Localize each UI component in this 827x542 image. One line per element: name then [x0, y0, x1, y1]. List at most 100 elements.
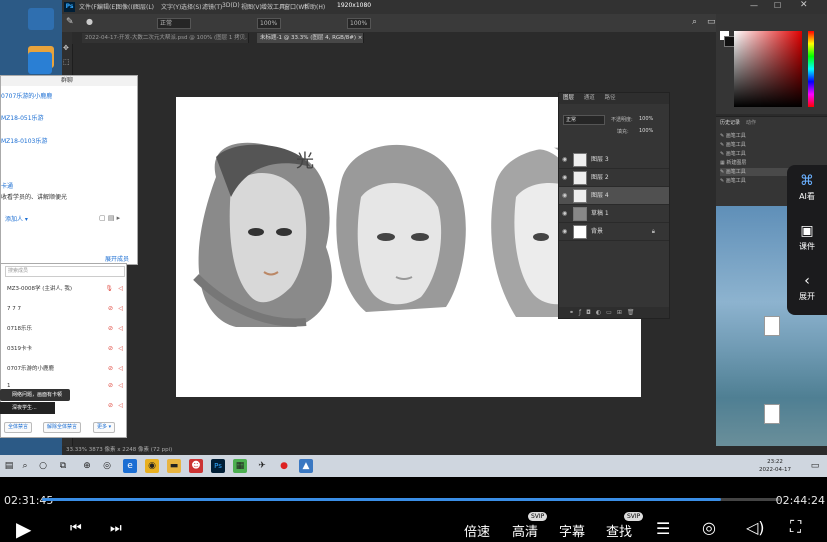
media-icon[interactable]: ✈ — [255, 459, 269, 473]
menu-image[interactable]: 图像(I) — [116, 2, 134, 11]
volume-icon[interactable]: ◁ — [118, 322, 123, 336]
volume-icon[interactable]: ◁ — [118, 399, 123, 413]
layer-row[interactable]: ◉ 图层 4 — [559, 187, 669, 205]
file-icon[interactable] — [764, 404, 780, 424]
workspace-icon[interactable]: ▭ — [707, 17, 716, 27]
opacity-input[interactable]: 100% — [257, 18, 281, 29]
subtitle-button[interactable]: 字幕 — [559, 521, 585, 540]
next-icon[interactable]: ⏭ — [110, 521, 122, 536]
sublime-icon[interactable]: ▦ — [233, 459, 247, 473]
speed-button[interactable]: 倍速 — [464, 521, 490, 540]
file-icon[interactable] — [764, 316, 780, 336]
chrome-icon[interactable]: ◉ — [145, 459, 159, 473]
color-picker-field[interactable] — [734, 31, 802, 107]
member-row[interactable]: 0707乐游的小鹿鹿 ⊘ ◁ — [7, 362, 125, 376]
add-member-link[interactable]: 添加人 ▾ — [5, 214, 28, 223]
visibility-eye-icon[interactable]: ◉ — [562, 205, 567, 222]
playlist-icon[interactable]: ☰ — [656, 519, 670, 538]
toolbar-icons[interactable]: ▢ ▤ ▸ — [99, 214, 120, 222]
marquee-tool-icon[interactable]: ⬚ — [63, 58, 70, 66]
photoshop-icon[interactable]: Ps — [211, 459, 225, 473]
hue-slider[interactable] — [808, 31, 814, 107]
tab-channels[interactable]: 通道 — [580, 95, 599, 101]
menu-help[interactable]: 帮助(H) — [304, 2, 325, 11]
tab-layers[interactable]: 图层 — [559, 95, 578, 101]
menu-filter[interactable]: 滤镜(T) — [202, 2, 222, 11]
menu-plugins[interactable]: 增效工具 — [261, 2, 285, 11]
menu-3d[interactable]: 3D(D) — [222, 2, 240, 9]
menu-edit[interactable]: 编辑(E) — [97, 2, 117, 11]
clock[interactable]: 23:22 2022-04-17 — [759, 458, 791, 474]
menu-view[interactable]: 视图(V) — [241, 2, 262, 11]
trash-icon[interactable]: 🗑︎ — [627, 309, 640, 316]
mic-muted-icon[interactable]: ⊘ — [108, 342, 113, 356]
search-button[interactable]: 查找 — [606, 521, 632, 540]
layer-row[interactable]: ◉ 图层 2 — [559, 169, 669, 187]
minimize-icon[interactable]: — — [750, 1, 758, 10]
member-row[interactable]: 0718乐乐 ⊘ ◁ — [7, 322, 125, 336]
search-icon[interactable]: ⌕ — [692, 17, 697, 27]
brush-tool-icon[interactable]: ✎ — [66, 17, 74, 27]
search-icon[interactable]: ⌕ — [18, 459, 32, 473]
history-item[interactable]: ✎ 画笔工具 — [720, 150, 820, 158]
start-menu-icon[interactable]: ▤ — [2, 459, 16, 473]
mic-muted-icon[interactable]: ⊘ — [108, 399, 113, 413]
member-search-input[interactable]: 搜索成员 — [5, 266, 125, 277]
flow-input[interactable]: 100% — [347, 18, 371, 29]
history-item[interactable]: ✎ 画笔工具 — [720, 132, 820, 140]
history-tab[interactable]: 历史记录 — [720, 119, 740, 126]
menu-type[interactable]: 文字(Y) — [161, 2, 181, 11]
visibility-eye-icon[interactable]: ◉ — [562, 169, 567, 186]
visibility-eye-icon[interactable]: ◉ — [562, 223, 567, 240]
visibility-eye-icon[interactable]: ◉ — [562, 151, 567, 168]
visibility-eye-icon[interactable]: ◉ — [562, 187, 567, 204]
move-tool-icon[interactable]: ✥ — [63, 44, 69, 52]
mic-muted-icon[interactable]: ⊘ — [108, 362, 113, 376]
chat-message[interactable]: MZ18-0103乐游 — [1, 136, 47, 145]
expand-members-link[interactable]: 展开成员 — [105, 254, 129, 263]
member-row[interactable]: 7 7 7 ⊘ ◁ — [7, 302, 125, 316]
previous-icon[interactable]: ⏮ — [70, 521, 82, 536]
courseware-button[interactable]: ▣ 课件 — [787, 215, 827, 261]
more-button[interactable]: 更多 ▾ — [93, 422, 116, 433]
mask-icon[interactable]: ◘ — [586, 309, 596, 316]
expand-button[interactable]: ‹ 展开 — [787, 265, 827, 311]
layer-row[interactable]: ◉ 图层 3 — [559, 151, 669, 169]
layer-row[interactable]: ◉ 草稿 1 — [559, 205, 669, 223]
group-icon[interactable]: ▭ — [606, 309, 617, 316]
layer-row[interactable]: ◉ 背景 🔒︎ — [559, 223, 669, 241]
link-icon[interactable]: ⚭ — [569, 309, 579, 316]
volume-icon[interactable]: ◁ — [118, 379, 123, 393]
volume-icon[interactable]: ◁ — [118, 362, 123, 376]
app-icon[interactable]: ⊕ — [80, 459, 94, 473]
blend-mode-select[interactable]: 正常 — [157, 18, 191, 29]
tab-document-1[interactable]: 2022-04-17-开发-大数二次元大帮派.psd @ 100% (图层 1 … — [82, 33, 249, 43]
volume-icon[interactable]: ◁ — [118, 282, 123, 296]
history-item[interactable]: ✎ 画笔工具 — [720, 141, 820, 149]
layer-fill-input[interactable]: 100% — [639, 128, 653, 134]
record-icon[interactable]: ● — [277, 459, 291, 473]
mute-all-button[interactable]: 全体禁言 — [4, 422, 33, 433]
desktop-app-icon[interactable] — [28, 8, 54, 30]
qq-icon[interactable]: ☻ — [189, 459, 203, 473]
mic-muted-icon[interactable]: ⊘ — [108, 322, 113, 336]
ai-look-button[interactable]: ⌘ AI看 — [787, 165, 827, 211]
progress-bar[interactable] — [42, 498, 780, 501]
cortana-app-icon[interactable]: ◎ — [100, 459, 114, 473]
volume-icon[interactable]: ◁ — [118, 302, 123, 316]
fullscreen-icon[interactable]: ⛶ — [790, 517, 801, 537]
tab-document-2[interactable]: 未标题-1 @ 33.3% (图层 4, RGB/8#) × — [257, 33, 364, 43]
task-view-icon[interactable]: ⧉ — [56, 459, 70, 473]
volume-icon[interactable]: ◁ — [118, 342, 123, 356]
barrage-settings-icon[interactable]: ◎ — [702, 518, 716, 537]
new-layer-icon[interactable]: ⊞ — [617, 309, 627, 316]
layer-opacity-input[interactable]: 100% — [639, 116, 653, 122]
chat-message[interactable]: 0707乐游的小鹿鹿 — [1, 91, 52, 100]
cortana-icon[interactable]: ○ — [36, 459, 50, 473]
mic-icon[interactable]: 🎙︎ — [105, 282, 113, 296]
member-row[interactable]: MZ3-0008学 (主讲人, 我) 🎙︎ ◁ — [7, 282, 125, 296]
mic-muted-icon[interactable]: ⊘ — [108, 379, 113, 393]
brush-preset-icon[interactable]: ● — [86, 17, 93, 26]
chat-message[interactable]: 卡通 — [1, 181, 13, 190]
member-row[interactable]: 0319卡卡 ⊘ ◁ — [7, 342, 125, 356]
